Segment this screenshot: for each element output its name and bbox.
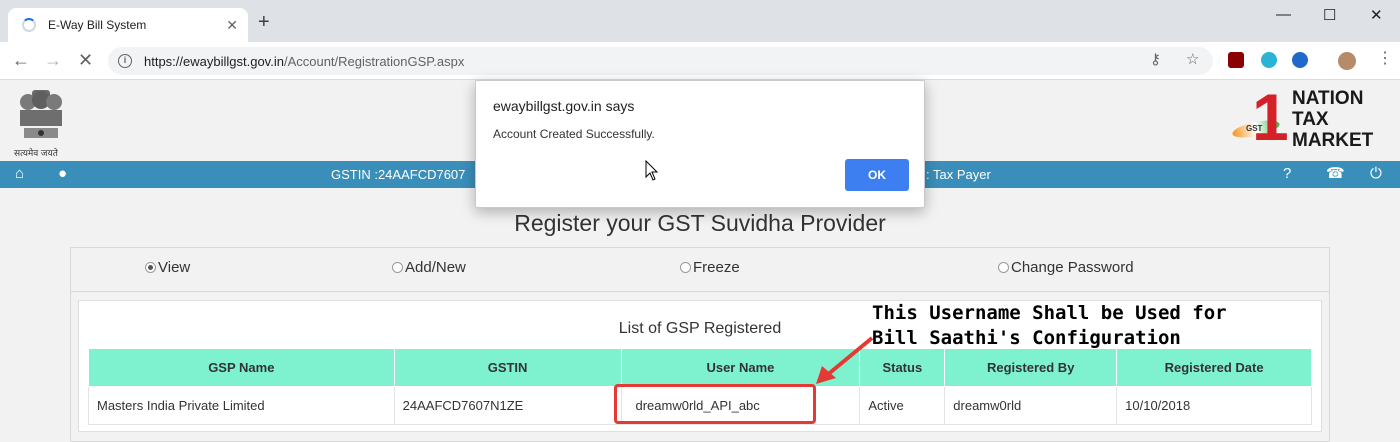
annotation-arrow-icon bbox=[816, 336, 874, 384]
annotation-line: Bill Saathi's Configuration bbox=[872, 327, 1181, 349]
new-tab-button[interactable]: + bbox=[258, 12, 270, 32]
ublock-extension-icon[interactable] bbox=[1228, 52, 1244, 68]
bookmark-star-icon[interactable]: ☆ bbox=[1186, 50, 1199, 68]
radio-unselected-icon[interactable] bbox=[998, 262, 1009, 273]
ghostery-extension-icon[interactable] bbox=[1261, 52, 1277, 68]
ok-button[interactable]: OK bbox=[845, 159, 909, 191]
radio-change-password[interactable]: Change Password bbox=[998, 259, 1134, 276]
logo-word: NATION bbox=[1292, 88, 1364, 109]
action-radio-group: View Add/New Freeze Change Password bbox=[70, 247, 1330, 292]
user-icon[interactable]: ● bbox=[58, 165, 67, 183]
cell-registered-by: dreamw0rld bbox=[944, 386, 1118, 425]
column-header: Registered By bbox=[944, 348, 1118, 387]
radio-label: View bbox=[158, 259, 191, 276]
alert-dialog: ewaybillgst.gov.in says Account Created … bbox=[475, 80, 925, 208]
column-header: GSTIN bbox=[393, 348, 622, 387]
radio-selected-icon[interactable] bbox=[145, 262, 156, 273]
minimize-button[interactable]: — bbox=[1276, 6, 1291, 23]
table-header-row: GSP Name GSTIN User Name Status Register… bbox=[88, 348, 1312, 387]
url-host: https://ewaybillgst.gov.in bbox=[144, 53, 284, 69]
tab-close-icon[interactable]: ✕ bbox=[226, 17, 238, 34]
annotation-line: This Username Shall be Used for bbox=[872, 302, 1227, 324]
mouse-cursor-icon bbox=[645, 160, 659, 181]
annotation-text: This Username Shall be Used for Bill Saat… bbox=[872, 301, 1227, 351]
cell-status: Active bbox=[859, 386, 946, 425]
stop-loading-icon[interactable]: ✕ bbox=[78, 51, 93, 69]
address-bar[interactable]: i https://ewaybillgst.gov.in/Account/Reg… bbox=[108, 47, 1213, 75]
brand-logo: GST 1 NATION TAX MARKET bbox=[1231, 80, 1394, 156]
dialog-title: ewaybillgst.gov.in says bbox=[493, 98, 635, 114]
logo-digit: 1 bbox=[1252, 80, 1289, 154]
browser-menu-icon[interactable]: ⋮ bbox=[1377, 48, 1393, 68]
radio-unselected-icon[interactable] bbox=[680, 262, 691, 273]
browser-toolbar: ← → ✕ i https://ewaybillgst.gov.in/Accou… bbox=[0, 42, 1400, 80]
power-icon[interactable]: ⏻ bbox=[1370, 165, 1382, 183]
radio-label: Freeze bbox=[693, 259, 740, 276]
key-icon[interactable]: ⚷ bbox=[1150, 50, 1161, 68]
cell-gsp-name: Masters India Private Limited bbox=[88, 386, 395, 425]
back-arrow-icon[interactable]: ← bbox=[12, 51, 30, 69]
sync-extension-icon[interactable] bbox=[1292, 52, 1308, 68]
username-highlight-box bbox=[614, 384, 816, 424]
column-header: Registered Date bbox=[1116, 348, 1312, 387]
loading-spinner-icon bbox=[22, 18, 36, 32]
radio-label: Add/New bbox=[405, 259, 466, 276]
radio-add-new[interactable]: Add/New bbox=[392, 259, 466, 276]
emblem-caption: सत्यमेव जयते bbox=[14, 148, 58, 158]
phone-icon[interactable]: ☎ bbox=[1326, 165, 1345, 183]
user-role-label: : Tax Payer bbox=[926, 167, 991, 182]
cell-registered-date: 10/10/2018 bbox=[1116, 386, 1312, 425]
radio-label: Change Password bbox=[1011, 259, 1134, 276]
column-header: GSP Name bbox=[88, 348, 395, 387]
logo-word: TAX bbox=[1292, 109, 1329, 130]
tab-strip: E-Way Bill System ✕ + — ☐ ✕ bbox=[0, 0, 1400, 42]
cell-gstin: 24AAFCD7607N1ZE bbox=[393, 386, 622, 425]
help-icon[interactable]: ? bbox=[1283, 165, 1291, 183]
browser-tab[interactable]: E-Way Bill System ✕ bbox=[8, 8, 248, 42]
maximize-button[interactable]: ☐ bbox=[1323, 6, 1336, 24]
radio-view[interactable]: View bbox=[145, 259, 190, 276]
profile-avatar[interactable] bbox=[1338, 52, 1356, 70]
dialog-message: Account Created Successfully. bbox=[493, 127, 655, 141]
radio-unselected-icon[interactable] bbox=[392, 262, 403, 273]
radio-freeze[interactable]: Freeze bbox=[680, 259, 740, 276]
window-close-button[interactable]: ✕ bbox=[1370, 6, 1383, 24]
forward-arrow-icon[interactable]: → bbox=[44, 51, 62, 69]
logo-word: MARKET bbox=[1292, 130, 1374, 151]
gstin-label: GSTIN :24AAFCD7607 bbox=[331, 167, 466, 182]
page-title: Register your GST Suvidha Provider bbox=[514, 210, 886, 236]
national-emblem-logo bbox=[20, 90, 62, 138]
tab-title: E-Way Bill System bbox=[48, 18, 147, 32]
site-info-icon[interactable]: i bbox=[118, 54, 132, 68]
home-icon[interactable]: ⌂ bbox=[15, 165, 24, 183]
url-path: /Account/RegistrationGSP.aspx bbox=[283, 53, 465, 69]
